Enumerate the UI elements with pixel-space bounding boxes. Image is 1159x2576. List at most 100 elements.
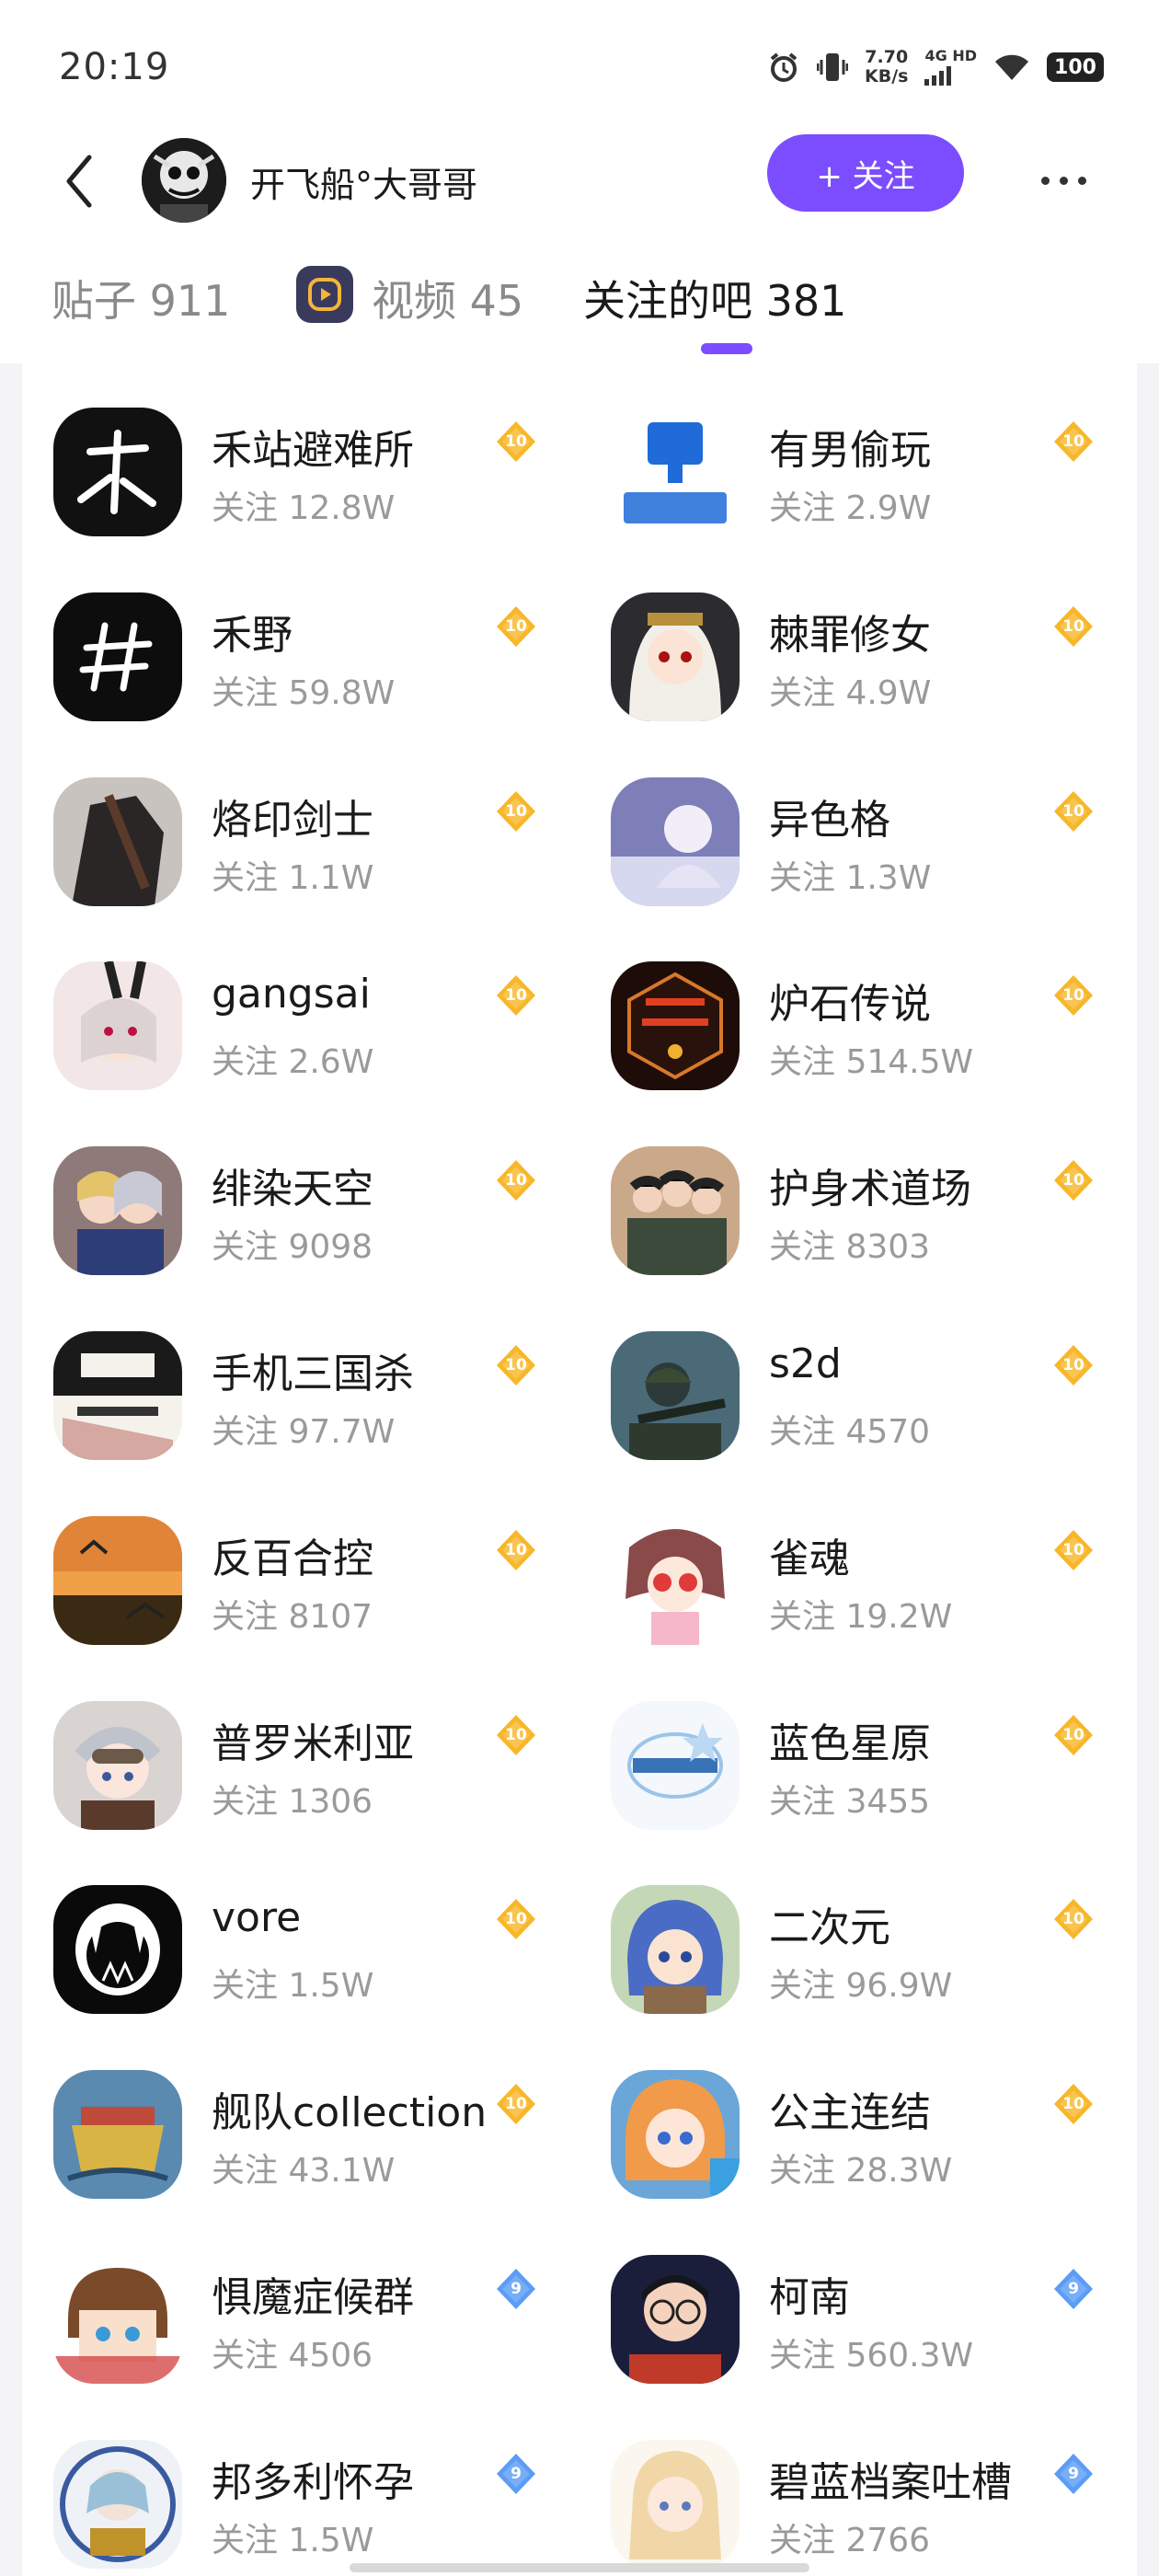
level-number: 10	[1062, 1540, 1084, 1559]
forum-item[interactable]: 有男偷玩 关注 2.9W 10	[580, 363, 1131, 547]
forum-item[interactable]: vore 关注 1.5W 10	[22, 1841, 574, 2025]
forum-item[interactable]: 邦多利怀孕关注 1.5W 9	[22, 2396, 574, 2576]
blue-hair-avatar-icon	[611, 1885, 740, 2015]
forum-item[interactable]: 炉石传说 关注 514.5W 10	[580, 917, 1131, 1101]
forum-item[interactable]: 碧蓝档案吐槽 关注 2766 9	[580, 2396, 1131, 2576]
follow-button[interactable]: + 关注	[767, 134, 964, 212]
level-badge-icon: 10	[493, 604, 539, 650]
forum-item[interactable]: s2d 关注 4570 10	[580, 1287, 1131, 1471]
forum-item[interactable]: 惧魔症候群 关注 4506 9	[22, 2211, 574, 2395]
forum-follower-count: 关注 9098	[212, 1228, 373, 1267]
forum-item[interactable]: 舰队collection 关注 43.1W 10	[22, 2026, 574, 2210]
forum-item[interactable]: 手机三国杀关注 97.7W 10	[22, 1287, 574, 1471]
tab-videos[interactable]: 视频 45	[372, 268, 523, 328]
level-badge-icon: 10	[493, 2081, 539, 2127]
forum-item[interactable]: 护身术道场 关注 8303 10	[580, 1102, 1131, 1286]
forum-name: 邦多利怀孕	[212, 2458, 414, 2506]
home-indicator[interactable]	[350, 2563, 809, 2572]
forum-follower-count: 关注 2.9W	[769, 489, 932, 527]
forum-follower-count: 关注 3455	[769, 1782, 931, 1821]
level-badge-icon: 9	[1050, 2266, 1096, 2312]
user-avatar[interactable]	[142, 138, 226, 223]
forum-follower-count: 关注 43.1W	[212, 2152, 396, 2191]
forum-name: 护身术道场	[769, 1166, 971, 1213]
forum-name: 二次元	[769, 1904, 890, 1952]
level-badge-icon: 10	[493, 1527, 539, 1573]
bandori-logo-icon	[53, 2439, 182, 2569]
level-number: 10	[505, 1356, 527, 1374]
sunset-avatar-icon	[53, 1515, 182, 1645]
nun-avatar-icon	[611, 592, 740, 721]
forum-item[interactable]: gangsai 关注 2.6W 10	[22, 917, 574, 1101]
alarm-icon	[770, 52, 798, 82]
chevron-left-icon	[66, 155, 92, 208]
forum-follower-count: 关注 4.9W	[769, 673, 932, 712]
level-number: 9	[1068, 2464, 1079, 2483]
tab-posts[interactable]: 贴子 911	[52, 268, 230, 328]
forum-item[interactable]: 禾站避难所 关注 12.8W 10	[22, 363, 574, 547]
level-badge-icon: 10	[493, 788, 539, 834]
level-number: 10	[1062, 1910, 1084, 1929]
clock: 20:19	[59, 46, 170, 88]
forum-name: 柯南	[769, 2274, 850, 2321]
forum-name: 雀魂	[769, 1535, 850, 1582]
level-badge-icon: 10	[1050, 1527, 1096, 1573]
group-avatar-icon	[611, 1146, 740, 1276]
forum-item[interactable]: 烙印剑士 关注 1.1W 10	[22, 733, 574, 917]
level-number: 9	[511, 2464, 522, 2483]
top-section: 20:19 7.70 KB/s 4G HD 100 开飞船°大哥哥 + 关注 贴子…	[0, 0, 1159, 363]
forum-follower-count: 关注 28.3W	[769, 2152, 953, 2191]
forum-item[interactable]: 禾野关注 59.8W 10	[22, 548, 574, 732]
forum-follower-count: 关注 8107	[212, 1597, 373, 1636]
forum-item[interactable]: 棘罪修女 关注 4.9W 10	[580, 548, 1131, 732]
back-button[interactable]	[52, 149, 107, 213]
forum-follower-count: 关注 1.5W	[212, 2521, 374, 2559]
cell-signal: 4G HD	[924, 49, 977, 86]
forum-follower-count: 关注 1.1W	[212, 858, 374, 897]
forum-item[interactable]: 蓝色星原 关注 3455 10	[580, 1657, 1131, 1841]
forum-follower-count: 关注 97.7W	[212, 1413, 396, 1451]
forum-name: 手机三国杀	[212, 1351, 414, 1397]
followed-forum-list: 禾站避难所 关注 12.8W 10 有男偷玩 关注 2.9W 10 禾野 关注 59.8W 10…	[22, 363, 1137, 2576]
more-options-icon[interactable]	[1027, 155, 1100, 206]
forum-follower-count: 关注 2766	[769, 2521, 931, 2559]
level-badge-icon: 10	[493, 972, 539, 1018]
level-number: 10	[1062, 1171, 1084, 1190]
forum-follower-count: 关注 514.5W	[769, 1043, 974, 1082]
level-badge-icon: 10	[493, 1896, 539, 1942]
blue-archive-avatar-icon	[611, 2439, 740, 2569]
video-tab-icon	[296, 266, 353, 323]
level-number: 10	[505, 986, 527, 1006]
forum-name: 反百合控	[212, 1535, 373, 1582]
level-badge-icon: 10	[1050, 788, 1096, 834]
sanguosha-logo-icon	[53, 1331, 182, 1460]
forum-item[interactable]: 反百合控关注 8107 10	[22, 1472, 574, 1656]
level-badge-icon: 10	[1050, 419, 1096, 465]
forum-name: 禾野	[212, 611, 293, 659]
vibrate-icon	[817, 53, 849, 81]
forum-item[interactable]: 普罗米利亚 关注 1306 10	[22, 1657, 574, 1841]
level-badge-icon: 10	[493, 419, 539, 465]
forum-item[interactable]: 柯南 关注 560.3W 9	[580, 2211, 1131, 2395]
tab-followed-forums[interactable]: 关注的吧 381	[583, 268, 846, 328]
forum-item[interactable]: 雀魂 关注 19.2W 10	[580, 1472, 1131, 1656]
forum-follower-count: 关注 1306	[212, 1782, 373, 1821]
signal-bars-icon	[924, 65, 952, 86]
level-number: 10	[1062, 801, 1084, 821]
forum-item[interactable]: 绯染天空 关注 9098 10	[22, 1102, 574, 1286]
battery-icon: 100	[1047, 52, 1104, 82]
forum-follower-count: 关注 59.8W	[212, 673, 396, 712]
level-number: 9	[511, 2280, 522, 2298]
forum-item[interactable]: 二次元 关注 96.9W 10	[580, 1841, 1131, 2025]
profile-tabs: 贴子 911 视频 45 关注的吧 381	[0, 262, 1159, 363]
level-number: 10	[1062, 2095, 1084, 2114]
princess-avatar-icon	[611, 2070, 740, 2200]
level-number: 10	[505, 1725, 527, 1744]
forum-item[interactable]: 异色格 关注 1.3W 10	[580, 733, 1131, 917]
level-number: 10	[1062, 1725, 1084, 1744]
forum-follower-count: 关注 4570	[769, 1413, 931, 1451]
bunny-girl-avatar-icon	[53, 961, 182, 1091]
level-number: 10	[1062, 616, 1084, 636]
swordsman-avatar-icon	[53, 776, 182, 906]
forum-item[interactable]: 公主连结 关注 28.3W 10	[580, 2026, 1131, 2210]
